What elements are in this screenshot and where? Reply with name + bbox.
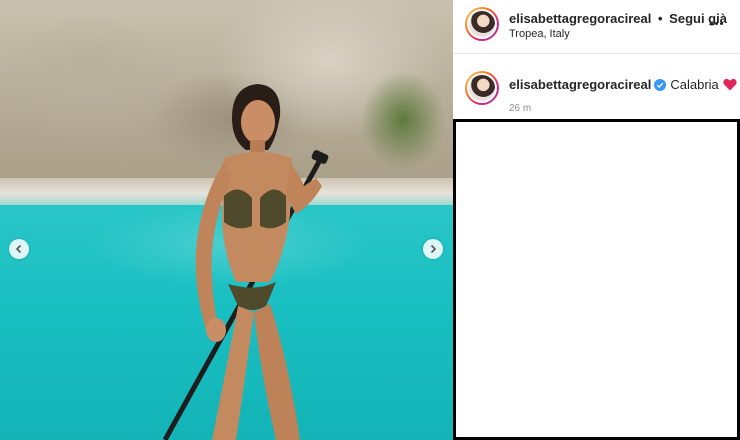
post-photo: [0, 0, 453, 440]
caption-comment: elisabettagregoracireal Calabria 26 m: [453, 55, 740, 119]
chevron-right-icon: [430, 244, 437, 254]
verified-badge-icon: [654, 78, 667, 91]
post-time: 26 m: [509, 103, 532, 114]
post-sidebar: elisabettagregoracireal • Segui già Trop…: [453, 0, 740, 440]
post-header: elisabettagregoracireal • Segui già Trop…: [453, 0, 740, 54]
caption-avatar[interactable]: [465, 71, 499, 105]
chevron-left-icon: [15, 244, 22, 254]
red-heart-icon: [723, 78, 737, 91]
avatar[interactable]: [465, 7, 499, 41]
location-link[interactable]: Tropea, Italy: [509, 28, 570, 40]
caption-username[interactable]: elisabettagregoracireal: [509, 77, 651, 92]
comments-area: [453, 119, 740, 440]
caption-text: Calabria: [670, 77, 719, 92]
paddleboarder-figure: [162, 84, 329, 440]
header-user-line: elisabettagregoracireal • Segui già: [509, 11, 727, 26]
header-username[interactable]: elisabettagregoracireal: [509, 11, 651, 26]
carousel-prev-button[interactable]: [9, 239, 29, 259]
carousel-next-button[interactable]: [423, 239, 443, 259]
separator-dot: •: [657, 11, 663, 26]
more-options-icon[interactable]: [710, 16, 726, 30]
caption-line: elisabettagregoracireal Calabria: [509, 77, 737, 92]
